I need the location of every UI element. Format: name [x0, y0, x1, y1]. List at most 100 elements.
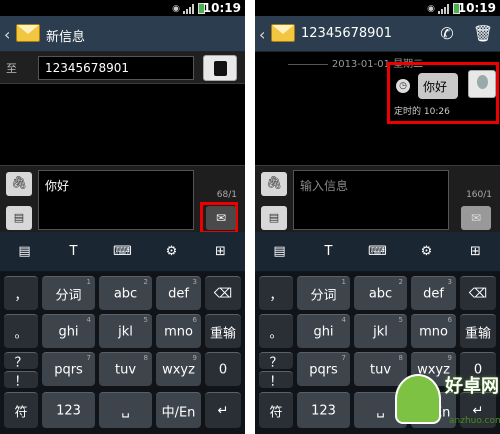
key[interactable]: abc 2: [99, 276, 152, 310]
keyboard-icon[interactable]: ⌨: [366, 244, 390, 259]
key[interactable]: ？: [4, 352, 38, 371]
key[interactable]: ghi 4: [42, 314, 95, 348]
title-bar: ‹ 12345678901 ✆ 🗑: [255, 16, 500, 52]
key-label: jkl: [118, 324, 133, 339]
key-label: 重输: [464, 326, 491, 341]
key-label: pqrs: [54, 362, 83, 377]
key-number: 1: [86, 278, 91, 286]
key[interactable]: ↵: [205, 392, 241, 428]
key[interactable]: 分词 1: [297, 276, 350, 310]
key[interactable]: jkl 5: [354, 314, 407, 348]
key-label: ，: [269, 288, 283, 303]
keyboard-icon[interactable]: ⌨: [111, 244, 135, 259]
key[interactable]: def 3: [156, 276, 201, 310]
status-bar: ◉ 10:19: [0, 0, 245, 16]
key[interactable]: ，: [259, 276, 293, 310]
messages-app-icon[interactable]: [16, 24, 40, 42]
key[interactable]: 重输: [460, 314, 496, 348]
message-input[interactable]: 输入信息: [293, 170, 449, 230]
key[interactable]: 。: [4, 314, 38, 348]
key-number: 8: [398, 354, 403, 362]
key[interactable]: jkl 5: [99, 314, 152, 348]
key[interactable]: mno 6: [411, 314, 456, 348]
settings-icon[interactable]: ⚙: [415, 244, 439, 259]
key-number: 6: [192, 316, 197, 324]
message-bubble[interactable]: 你好: [418, 73, 458, 99]
key[interactable]: 0: [205, 352, 241, 386]
key[interactable]: ？: [259, 352, 293, 371]
key[interactable]: ␣: [99, 392, 152, 428]
clock-time: 10:19: [457, 1, 496, 15]
phone-icon[interactable]: ✆: [434, 22, 460, 46]
key-number: 6: [447, 316, 452, 324]
key[interactable]: wxyz 9: [156, 352, 201, 386]
key[interactable]: 123: [297, 392, 350, 428]
key-number: 2: [143, 278, 148, 286]
keyboard-toolbar: ▤ T ⌨ ⚙ ⊞: [255, 232, 500, 272]
page-title: 新信息: [46, 30, 86, 45]
key-label: 中/En: [161, 405, 196, 420]
key[interactable]: mno 6: [156, 314, 201, 348]
key[interactable]: 中/En: [156, 392, 201, 428]
key[interactable]: 123: [42, 392, 95, 428]
layout-icon[interactable]: ⊞: [464, 244, 488, 259]
handwriting-icon[interactable]: T: [317, 244, 341, 259]
key-number: 7: [86, 354, 91, 362]
key[interactable]: ghi 4: [297, 314, 350, 348]
settings-icon[interactable]: ⚙: [160, 244, 184, 259]
key[interactable]: ⌫: [460, 276, 496, 310]
clock-time: 10:19: [202, 1, 241, 15]
schedule-send-button[interactable]: ✉: [206, 206, 236, 230]
key[interactable]: 重输: [205, 314, 241, 348]
key-label: 符: [14, 405, 28, 420]
clipboard-icon[interactable]: ▤: [13, 244, 37, 259]
key-label: ⌫: [468, 286, 488, 301]
key[interactable]: ，: [4, 276, 38, 310]
attach-button[interactable]: 🖇: [6, 172, 32, 196]
watermark-name: 好卓网: [445, 376, 499, 397]
status-icons: ◉: [427, 3, 460, 14]
watermark-url: anzhuo.com: [449, 416, 500, 426]
key-label: jkl: [373, 324, 388, 339]
key-label: mno: [164, 324, 193, 339]
back-icon[interactable]: ‹: [4, 25, 10, 44]
key[interactable]: ⌫: [205, 276, 241, 310]
layout-icon[interactable]: ⊞: [209, 244, 233, 259]
trash-icon[interactable]: 🗑: [470, 22, 496, 46]
key[interactable]: tuv 8: [99, 352, 152, 386]
key-label: ␣: [121, 403, 130, 418]
back-icon[interactable]: ‹: [259, 25, 265, 44]
key-label: def: [423, 286, 444, 301]
key-label: abc: [368, 286, 393, 301]
template-button[interactable]: ▤: [6, 206, 32, 230]
key-label: wxyz: [162, 362, 195, 377]
recipient-input[interactable]: 12345678901: [38, 56, 194, 80]
char-counter: 160/1: [466, 190, 492, 200]
message-input[interactable]: 你好: [38, 170, 194, 230]
clipboard-icon[interactable]: ▤: [268, 244, 292, 259]
key-label: 0: [218, 362, 228, 377]
handwriting-icon[interactable]: T: [62, 244, 86, 259]
key-number: 9: [192, 354, 197, 362]
send-button[interactable]: ✉: [461, 206, 491, 230]
contact-picker-button[interactable]: [203, 55, 237, 81]
key-number: 8: [143, 354, 148, 362]
key[interactable]: 符: [4, 392, 38, 428]
key[interactable]: abc 2: [354, 276, 407, 310]
attach-button[interactable]: 🖇: [261, 172, 287, 196]
template-button[interactable]: ▤: [261, 206, 287, 230]
key[interactable]: pqrs 7: [42, 352, 95, 386]
to-label: 至: [6, 62, 17, 75]
key[interactable]: pqrs 7: [297, 352, 350, 386]
avatar[interactable]: [468, 70, 496, 98]
key[interactable]: def 3: [411, 276, 456, 310]
key[interactable]: 符: [259, 392, 293, 428]
messages-app-icon[interactable]: [271, 24, 295, 42]
key[interactable]: 。: [259, 314, 293, 348]
key[interactable]: ！: [259, 371, 293, 390]
char-counter: 68/1: [216, 190, 237, 200]
status-icons: ◉: [172, 3, 205, 14]
key[interactable]: 分词 1: [42, 276, 95, 310]
key-label: ghi: [58, 324, 79, 339]
key[interactable]: ！: [4, 371, 38, 390]
